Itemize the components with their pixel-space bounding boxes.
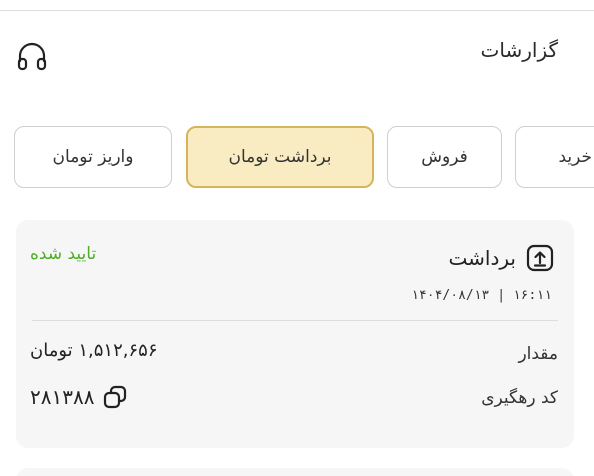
- reports-screen: گزارشات واریز تومان برداشت تومان فروش خر…: [0, 0, 594, 476]
- tab-label: خرید: [558, 147, 592, 167]
- tab-buy[interactable]: خرید: [515, 126, 594, 188]
- headphones-icon: [17, 42, 47, 71]
- status-badge: تایید شده: [30, 244, 97, 264]
- tab-sale[interactable]: فروش: [387, 126, 502, 188]
- tab-label: فروش: [421, 147, 468, 167]
- tab-deposit-toman[interactable]: واریز تومان: [14, 126, 172, 188]
- page-title: گزارشات: [480, 38, 558, 62]
- copy-icon[interactable]: [100, 382, 130, 412]
- support-button[interactable]: [12, 36, 52, 76]
- transaction-type: برداشت: [449, 242, 556, 274]
- tab-withdraw-toman[interactable]: برداشت تومان: [186, 126, 374, 188]
- transaction-datetime: ۱۴۰۴/۰۸/۱۳ | ۱۶:۱۱: [411, 288, 552, 303]
- transaction-type-label: برداشت: [448, 246, 516, 270]
- amount-label: مقدار: [518, 344, 558, 364]
- tracking-code-label: کد رهگیری: [481, 388, 558, 408]
- card-divider: [32, 320, 558, 321]
- upload-arrow-icon: [524, 242, 556, 274]
- transaction-card[interactable]: برداشت تایید شده ۱۴۰۴/۰۸/۱۳ | ۱۶:۱۱ مقدا…: [16, 220, 574, 448]
- top-divider: [0, 10, 594, 11]
- tracking-code-text: ۲۸۱۳۸۸: [30, 385, 95, 409]
- next-transaction-card: [16, 468, 574, 476]
- tracking-code-value: ۲۸۱۳۸۸: [30, 382, 130, 412]
- report-tabs: واریز تومان برداشت تومان فروش خرید: [0, 126, 594, 190]
- amount-value: ۱,۵۱۲,۶۵۶ تومان: [30, 340, 158, 361]
- tab-label: برداشت تومان: [228, 147, 332, 167]
- tab-label: واریز تومان: [52, 147, 134, 167]
